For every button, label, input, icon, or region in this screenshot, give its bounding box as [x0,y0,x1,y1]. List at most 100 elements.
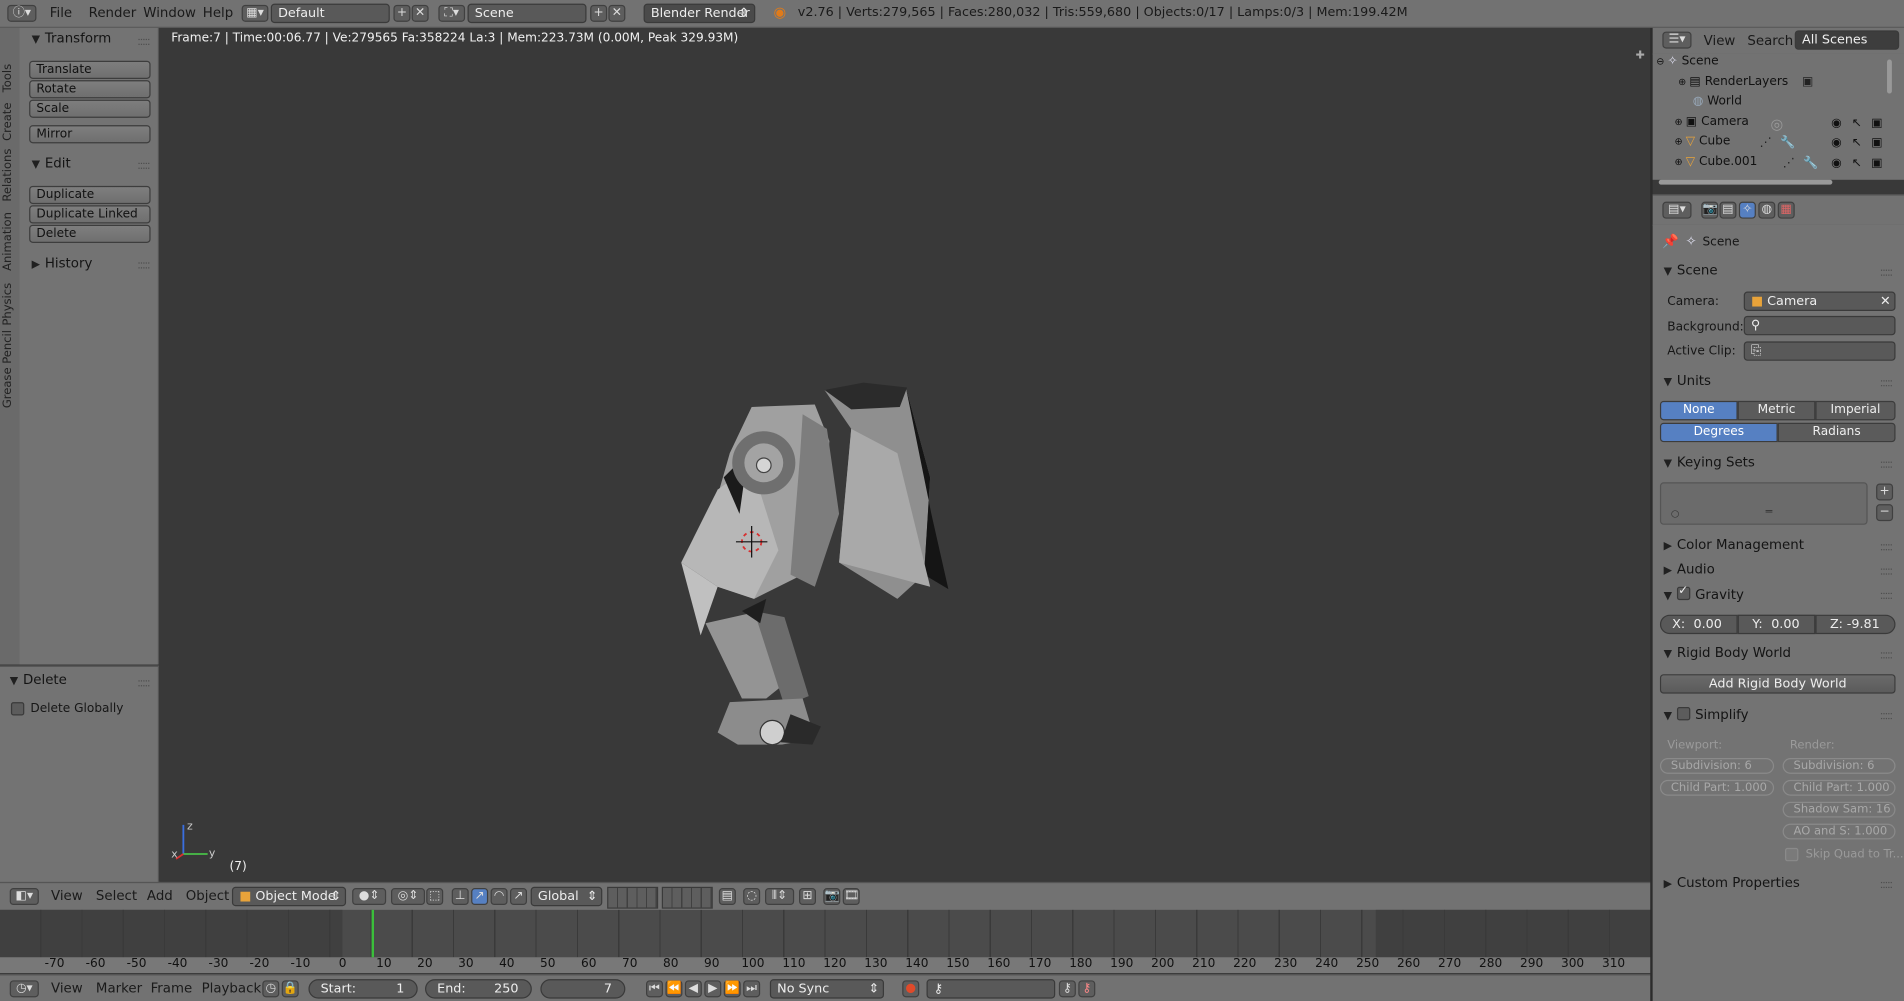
texture-context-icon[interactable]: ▦ [1777,201,1795,219]
tab-grease-pencil[interactable]: Grease Pencil [1,330,14,408]
keying-sets-list[interactable]: ═ ○ [1659,482,1868,525]
tab-relations[interactable]: Relations [1,149,14,202]
simplify-enabled-checkbox[interactable] [1676,707,1691,721]
outliner-item-world[interactable]: ◍ World [1693,95,1904,114]
drag-grip-icon[interactable] [1880,592,1892,599]
translate-manipulator-icon[interactable]: ↗ [471,888,489,906]
unit-system-metric[interactable]: Metric [1737,400,1816,421]
menu-file[interactable]: File [50,5,72,21]
drag-grip-icon[interactable] [1880,652,1892,659]
rigid-body-panel-header[interactable]: ▼ Rigid Body World [1664,645,1791,661]
3d-viewport[interactable]: Frame:7 | Time:00:06.77 | Ve:279565 Fa:3… [159,27,1651,881]
outliner-h-scrollbar[interactable] [1658,179,1833,185]
operator-panel-header[interactable]: ▼ Delete [10,672,67,688]
current-frame-line[interactable] [371,909,374,958]
menu-view[interactable]: View [51,888,83,904]
custom-properties-panel-header[interactable]: ▶ Custom Properties [1664,875,1800,891]
menu-frame[interactable]: Frame [151,980,193,996]
outliner-menu-view[interactable]: View [1704,33,1736,49]
info-editor-type-icon[interactable]: ⓘ▾ [7,4,37,22]
gravity-panel-header[interactable]: ▼ ✓ Gravity [1664,584,1744,602]
outliner-display-mode-select[interactable]: All Scenes [1794,30,1900,50]
rotate-button[interactable]: Rotate [29,80,151,99]
outliner-item-camera[interactable]: ⊕ ▣ Camera [1675,115,1904,134]
add-scene-icon[interactable]: + [590,4,608,22]
renderlayers-context-icon[interactable]: ▤ [1719,201,1737,219]
selectability-arrow-icon[interactable]: ↖ [1852,136,1862,149]
render-ao-sss-field[interactable]: AO and S: 1.000 [1782,823,1896,840]
scale-manipulator-icon[interactable]: ↗ [510,888,528,906]
add-rigid-body-world-button[interactable]: Add Rigid Body World [1659,674,1896,694]
screen-layout-icon[interactable]: ▦▾ [241,4,269,22]
drag-grip-icon[interactable] [138,680,150,687]
scene-selector-icon[interactable]: ⛶▾ [438,4,466,22]
delete-screen-icon[interactable]: ✕ [411,4,429,22]
background-field[interactable]: ⚲ [1743,315,1896,336]
jump-start-icon[interactable]: ⏮ [646,980,664,998]
tab-create[interactable]: Create [1,103,14,141]
auto-keyframe-record-icon[interactable]: ● [902,980,920,998]
visibility-eye-icon[interactable]: ◉ [1831,117,1842,130]
manipulator-toggle-icon[interactable]: ⊥ [451,888,469,906]
skip-quad-checkbox[interactable] [1785,847,1799,862]
preview-range-icon[interactable]: ◷ [262,980,280,998]
tab-animation[interactable]: Animation [1,212,14,271]
render-engine-select[interactable]: Blender Render ⇕ [643,3,756,24]
snap-target-icon[interactable]: ⊞ [799,888,817,906]
outliner-menu-search[interactable]: Search [1747,33,1793,49]
delete-button[interactable]: Delete [29,224,151,243]
gravity-z-field[interactable]: Z: -9.81 [1815,614,1896,635]
visibility-eye-icon[interactable]: ◉ [1831,157,1842,170]
interaction-mode-select[interactable]: ■ Object Mode ⇕ [231,886,347,907]
jump-end-icon[interactable]: ⏭ [743,980,761,998]
editor-type-3d-icon[interactable]: ◧▾ [9,888,39,906]
visibility-eye-icon[interactable]: ◉ [1831,136,1842,149]
world-context-icon[interactable]: ◍ [1758,201,1776,219]
panel-history-header[interactable]: ▶ History [32,255,93,271]
sync-mode-select[interactable]: No Sync ⇕ [769,979,885,999]
gravity-y-field[interactable]: Y: 0.00 [1737,614,1816,635]
render-context-icon[interactable]: 📷 [1701,201,1719,219]
tab-physics[interactable]: Physics [1,283,14,326]
outliner-item-scene[interactable]: ⊖ ✧ Scene [1656,55,1887,74]
menu-marker[interactable]: Marker [96,980,142,996]
remove-keying-set-icon[interactable]: − [1876,504,1894,522]
menu-select[interactable]: Select [96,888,137,904]
end-frame-field[interactable]: End: 250 [425,979,532,999]
active-clip-field[interactable]: ⎘ [1743,341,1896,361]
list-filter-icon[interactable]: ○ [1671,508,1679,519]
translate-button[interactable]: Translate [29,60,151,79]
scale-button[interactable]: Scale [29,99,151,118]
drag-grip-icon[interactable] [1880,461,1892,468]
insert-keyframe-icon[interactable]: ⚷ [1058,980,1076,998]
layer-buttons-1[interactable] [607,886,659,909]
audio-panel-header[interactable]: ▶ Audio [1664,561,1715,577]
mirror-button[interactable]: Mirror [29,125,151,144]
lock-camera-icon[interactable]: ▤ [718,888,736,906]
drag-grip-icon[interactable] [1880,568,1892,575]
duplicate-button[interactable]: Duplicate [29,185,151,205]
simplify-panel-header[interactable]: ▼ Simplify [1664,706,1749,723]
add-keying-set-icon[interactable]: + [1876,483,1894,501]
drag-grip-icon[interactable] [1880,544,1892,551]
menu-view[interactable]: View [51,980,83,996]
viewport-shading-icon[interactable]: ●⇕ [352,888,387,906]
selectability-arrow-icon[interactable]: ↖ [1852,157,1862,170]
list-resize-handle-icon[interactable]: ═ [1766,507,1773,519]
scene-field[interactable]: Scene [467,3,587,24]
start-frame-field[interactable]: Start: 1 [308,979,418,999]
menu-playback[interactable]: Playback [202,980,262,996]
selectability-arrow-icon[interactable]: ↖ [1852,117,1862,130]
clear-field-icon[interactable]: ✕ [1880,293,1891,310]
lock-range-icon[interactable]: 🔒 [281,980,299,998]
keying-set-field[interactable]: ⚷ [926,979,1056,999]
drag-grip-icon[interactable] [138,38,150,45]
unit-system-none[interactable]: None [1659,400,1738,421]
editor-type-properties-icon[interactable]: ▤▾ [1662,201,1692,219]
drag-grip-icon[interactable] [1880,881,1892,889]
layer-buttons-2[interactable] [661,886,713,909]
render-shadow-samples-field[interactable]: Shadow Sam: 16 [1782,801,1896,818]
scene-camera-field[interactable]: ■ Camera ✕ [1743,291,1896,311]
render-subdivision-field[interactable]: Subdivision: 6 [1782,758,1896,774]
rotation-degrees[interactable]: Degrees [1659,422,1778,443]
